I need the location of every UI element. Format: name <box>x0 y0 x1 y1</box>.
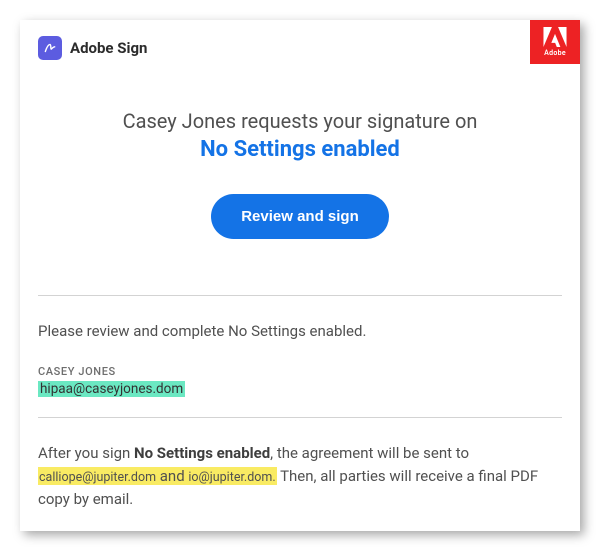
review-and-sign-button[interactable]: Review and sign <box>211 194 389 239</box>
recipient-1: calliope@jupiter.dom <box>39 470 156 485</box>
sender-block: CASEY JONES hipaa@caseyjones.dom <box>38 365 562 397</box>
adobe-sign-icon <box>38 36 62 60</box>
adobe-logo-icon <box>543 27 567 47</box>
cta-wrap: Review and sign <box>38 194 562 239</box>
sender-name-inline: Casey Jones <box>123 109 237 133</box>
instruction-text: Please review and complete No Settings e… <box>38 320 562 343</box>
brand: Adobe Sign <box>38 20 147 60</box>
email-card: Adobe Sign Adobe Casey Jones requests yo… <box>20 20 580 531</box>
recipient-2: io@jupiter.dom. <box>188 470 275 485</box>
main-request: Casey Jones requests your signature on N… <box>20 64 580 295</box>
instruction-section: Please review and complete No Settings e… <box>20 296 580 417</box>
flow-text: After you sign No Settings enabled, the … <box>38 442 562 512</box>
adobe-corp-tag: Adobe <box>530 20 580 64</box>
flow-doc: No Settings enabled <box>134 444 270 462</box>
sender-email: hipaa@caseyjones.dom <box>38 381 185 397</box>
request-verb: requests your signature on <box>241 109 477 133</box>
document-title[interactable]: No Settings enabled <box>38 137 562 162</box>
adobe-corp-label: Adobe <box>544 49 566 57</box>
brand-name: Adobe Sign <box>70 39 147 57</box>
header: Adobe Sign Adobe <box>20 20 580 64</box>
sender-name-label: CASEY JONES <box>38 365 562 378</box>
request-line: Casey Jones requests your signature on <box>38 108 562 135</box>
flow-section: After you sign No Settings enabled, the … <box>20 418 580 532</box>
